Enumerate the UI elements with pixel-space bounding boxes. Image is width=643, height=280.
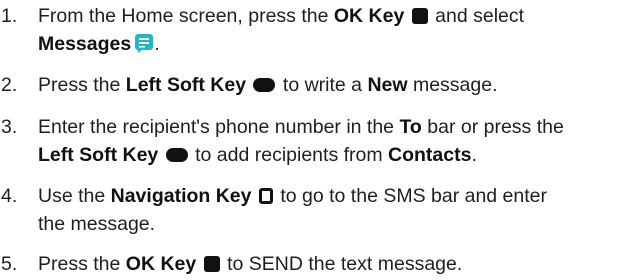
step-text: From the Home screen, press the OK Key a…: [38, 5, 525, 55]
step-number: 1.: [1, 5, 18, 27]
step-5: 5. Press the OK Key to SEND the text mes…: [0, 250, 643, 278]
left-soft-key-icon: [253, 78, 276, 92]
step-number: 2.: [1, 74, 18, 96]
step-text: Enter the recipient's phone number in th…: [38, 116, 564, 166]
left-soft-key-label: Left Soft Key: [125, 74, 247, 96]
step-text: Use the Navigation Key to go to the SMS …: [38, 185, 548, 235]
new-label: New: [367, 74, 408, 96]
step-4: 4. Use the Navigation Key to go to the S…: [0, 182, 643, 238]
ok-key-icon: [411, 8, 428, 24]
step-text: Press the Left Soft Key to write a New m…: [38, 74, 498, 96]
navigation-key-label: Navigation Key: [110, 185, 252, 207]
step-3: 3. Enter the recipient's phone number in…: [0, 113, 643, 169]
step-number: 4.: [1, 185, 18, 207]
messages-label: Messages: [38, 33, 132, 55]
step-number: 5.: [1, 253, 18, 275]
ok-key-icon: [203, 256, 220, 272]
step-1: 1. From the Home screen, press the OK Ke…: [0, 2, 643, 58]
navigation-key-icon: [258, 188, 273, 204]
left-soft-key-label: Left Soft Key: [38, 144, 159, 166]
ok-key-label: OK Key: [333, 5, 405, 27]
contacts-label: Contacts: [388, 144, 472, 166]
step-number: 3.: [1, 116, 18, 138]
to-label: To: [399, 116, 422, 138]
step-2: 2. Press the Left Soft Key to write a Ne…: [0, 71, 643, 99]
left-soft-key-icon: [165, 148, 188, 162]
ok-key-label: OK Key: [125, 253, 197, 275]
step-text: Press the OK Key to SEND the text messag…: [38, 253, 463, 275]
messages-app-icon: [135, 34, 154, 53]
